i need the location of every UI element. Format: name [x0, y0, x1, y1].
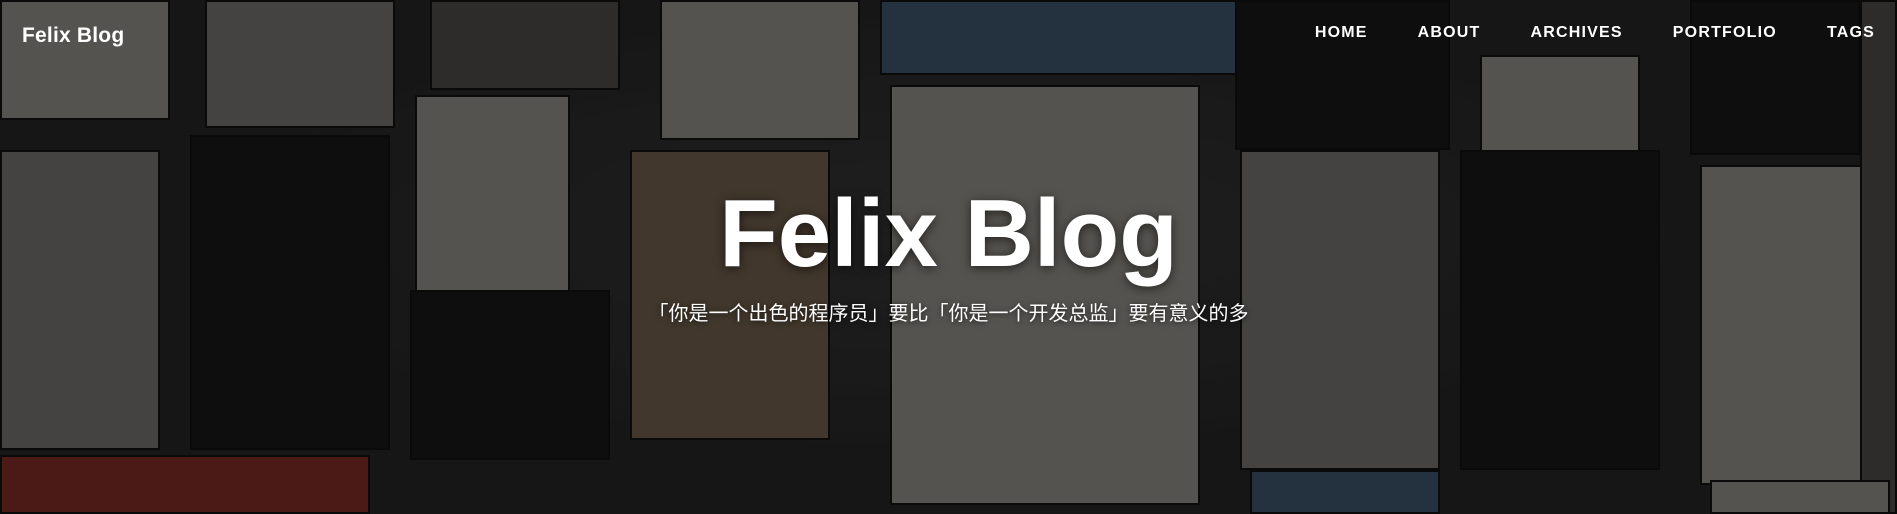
hero-title: Felix Blog [719, 180, 1178, 287]
nav-portfolio-link[interactable]: PORTFOLIO [1673, 24, 1777, 42]
main-nav: HOME ABOUT ARCHIVES PORTFOLIO TAGS [1265, 24, 1875, 42]
nav-home-link[interactable]: HOME [1315, 24, 1368, 42]
brand-link[interactable]: Felix Blog [22, 24, 124, 48]
nav-tags-link[interactable]: TAGS [1827, 24, 1875, 42]
hero-header: Felix Blog HOME ABOUT ARCHIVES PORTFOLIO… [0, 0, 1897, 514]
nav-archives-link[interactable]: ARCHIVES [1531, 24, 1623, 42]
nav-about-link[interactable]: ABOUT [1418, 24, 1481, 42]
hero-subtitle: 「你是一个出色的程序员」要比「你是一个开发总监」要有意义的多 [648, 303, 1249, 325]
